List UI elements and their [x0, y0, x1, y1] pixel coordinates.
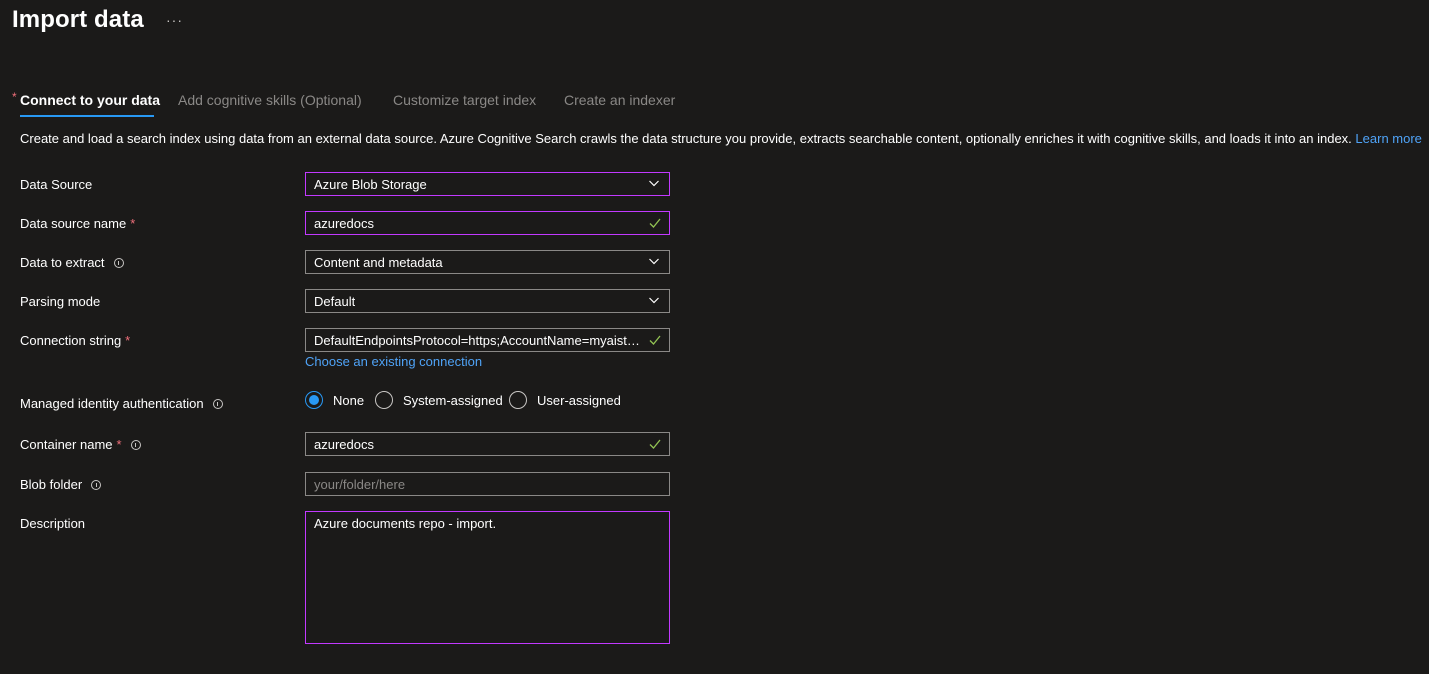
description-textarea[interactable]: Azure documents repo - import.	[305, 511, 670, 644]
intro-body: Create and load a search index using dat…	[20, 131, 1352, 146]
page-title: Import data	[12, 6, 144, 33]
checkmark-icon	[649, 439, 661, 449]
data-to-extract-label: Data to extract	[20, 255, 124, 270]
dropdown-value: Default	[314, 293, 356, 309]
required-marker: *	[130, 216, 136, 231]
info-icon[interactable]	[113, 257, 124, 268]
label-text: Data source name	[20, 216, 127, 231]
description-label: Description	[20, 516, 85, 531]
data-source-label: Data Source	[20, 177, 92, 192]
checkmark-icon	[649, 335, 661, 345]
tab-label: Connect to your data	[20, 92, 161, 108]
input-placeholder: your/folder/here	[314, 476, 406, 492]
checkmark-icon	[649, 218, 661, 228]
container-name-label: Container name *	[20, 437, 141, 452]
tab-add-cognitive-skills[interactable]: Add cognitive skills (Optional)	[178, 92, 362, 114]
label-text: Connection string	[20, 333, 122, 348]
radio-system-assigned[interactable]: System-assigned	[375, 391, 503, 409]
learn-more-link[interactable]: Learn more	[1355, 131, 1421, 146]
tab-customize-target-index[interactable]: Customize target index	[393, 92, 536, 114]
label-text: Parsing mode	[20, 294, 101, 309]
label-text: Data to extract	[20, 255, 105, 270]
dropdown-value: Azure Blob Storage	[314, 176, 427, 192]
tab-connect-to-your-data[interactable]: * Connect to your data	[12, 90, 161, 114]
blob-folder-label: Blob folder	[20, 477, 102, 492]
radio-unselected-icon	[509, 391, 527, 409]
radio-unselected-icon	[375, 391, 393, 409]
required-marker: *	[12, 90, 17, 104]
more-options-button[interactable]: ···	[166, 12, 183, 28]
connection-string-input[interactable]: DefaultEndpointsProtocol=https;AccountNa…	[305, 328, 670, 352]
input-value: azuredocs	[314, 436, 374, 452]
textarea-value: Azure documents repo - import.	[314, 516, 497, 531]
input-value: DefaultEndpointsProtocol=https;AccountNa…	[314, 332, 641, 348]
data-to-extract-dropdown[interactable]: Content and metadata	[305, 250, 670, 274]
radio-user-assigned[interactable]: User-assigned	[509, 391, 621, 409]
required-marker: *	[116, 437, 122, 452]
intro-text: Create and load a search index using dat…	[20, 131, 1422, 146]
connection-string-label: Connection string *	[20, 333, 130, 348]
info-icon[interactable]	[212, 398, 223, 409]
input-value: azuredocs	[314, 215, 374, 231]
chevron-down-icon	[649, 297, 659, 304]
radio-label: User-assigned	[537, 392, 621, 408]
import-data-page: Import data ··· * Connect to your data A…	[0, 0, 1429, 674]
info-icon[interactable]	[91, 479, 102, 490]
active-tab-indicator	[20, 115, 154, 117]
required-marker: *	[125, 333, 131, 348]
radio-label: System-assigned	[403, 392, 503, 408]
parsing-mode-label: Parsing mode	[20, 294, 100, 309]
data-source-dropdown[interactable]: Azure Blob Storage	[305, 172, 670, 196]
blob-folder-input[interactable]: your/folder/here	[305, 472, 670, 496]
info-icon[interactable]	[130, 439, 141, 450]
chevron-down-icon	[649, 180, 659, 187]
parsing-mode-dropdown[interactable]: Default	[305, 289, 670, 313]
radio-selected-icon	[305, 391, 323, 409]
data-source-name-label: Data source name *	[20, 216, 135, 231]
data-source-name-input[interactable]: azuredocs	[305, 211, 670, 235]
choose-existing-connection-link[interactable]: Choose an existing connection	[305, 354, 482, 369]
label-text: Data Source	[20, 177, 93, 192]
label-text: Description	[20, 516, 86, 531]
label-text: Blob folder	[20, 477, 83, 492]
radio-none[interactable]: None	[305, 391, 364, 409]
radio-label: None	[333, 392, 365, 408]
label-text: Managed identity authentication	[20, 396, 204, 411]
tab-create-an-indexer[interactable]: Create an indexer	[564, 92, 675, 114]
chevron-down-icon	[649, 258, 659, 265]
managed-identity-label: Managed identity authentication	[20, 396, 223, 411]
container-name-input[interactable]: azuredocs	[305, 432, 670, 456]
label-text: Container name	[20, 437, 113, 452]
dropdown-value: Content and metadata	[314, 254, 443, 270]
